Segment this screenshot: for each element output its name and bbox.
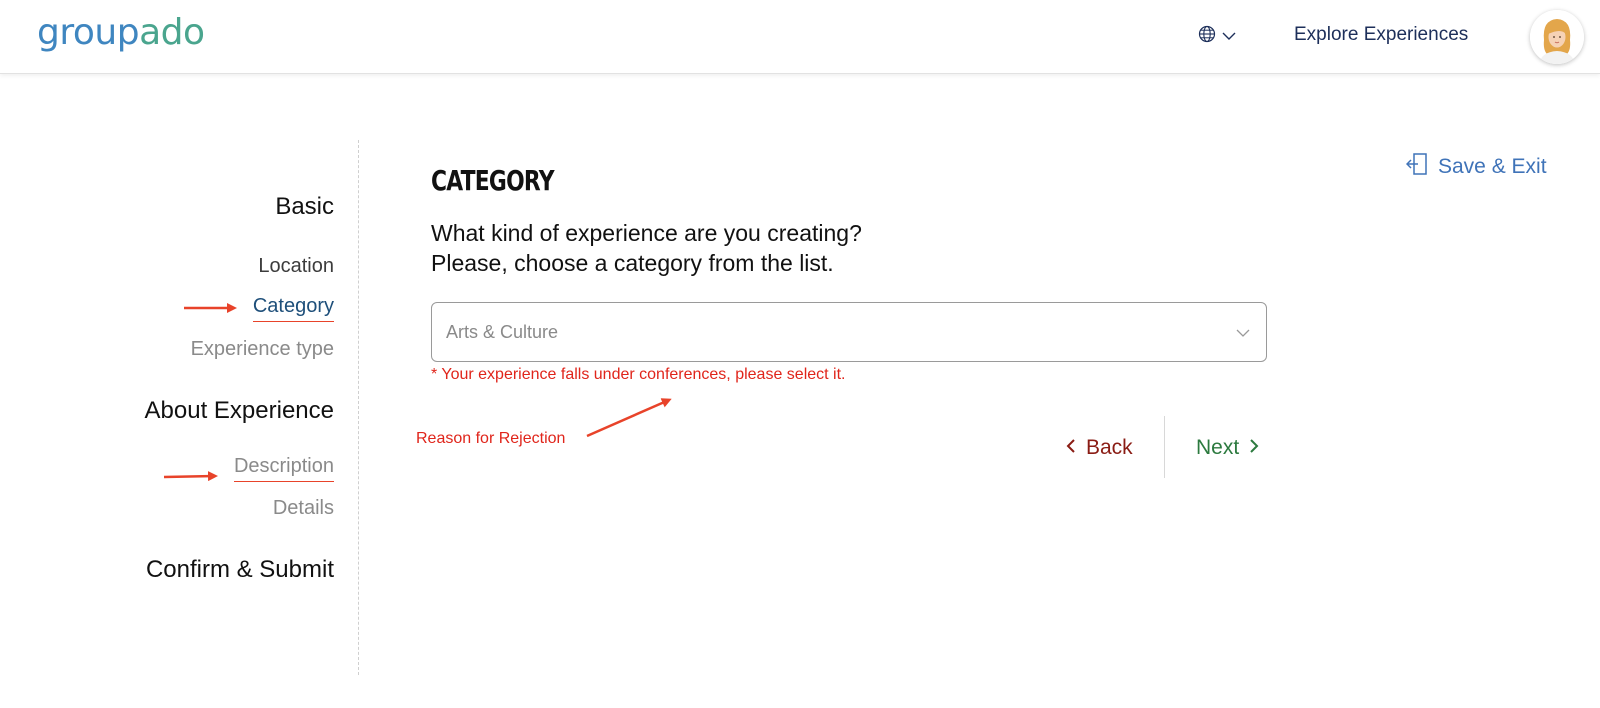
explore-experiences-link[interactable]: Explore Experiences <box>1294 24 1468 46</box>
question-line-1: What kind of experience are you creating… <box>431 220 862 246</box>
user-avatar[interactable] <box>1530 10 1584 64</box>
top-header: groupado Explore Experiences <box>0 0 1600 74</box>
rejection-error-message: * Your experience falls under conference… <box>431 366 846 383</box>
category-select[interactable]: Arts & Culture <box>431 302 1267 362</box>
chevron-left-icon <box>1066 436 1076 460</box>
button-divider <box>1164 416 1165 478</box>
sidebar-item-description[interactable]: Description <box>233 455 334 482</box>
sidebar-section-basic[interactable]: Basic <box>275 193 334 221</box>
rejection-annotation-label: Reason for Rejection <box>416 430 566 447</box>
sidebar-section-about-experience[interactable]: About Experience <box>145 397 334 425</box>
category-select-value: Arts & Culture <box>446 322 559 342</box>
sidebar-item-category[interactable]: Category <box>252 295 334 322</box>
exit-door-icon <box>1405 152 1428 182</box>
chevron-right-icon <box>1249 436 1259 460</box>
globe-icon <box>1198 25 1216 48</box>
language-selector[interactable] <box>1198 25 1236 48</box>
sidebar-item-experience-type[interactable]: Experience type <box>191 338 334 361</box>
sidebar-section-confirm-submit[interactable]: Confirm & Submit <box>146 556 334 584</box>
chevron-down-icon <box>1236 325 1250 343</box>
back-button[interactable]: Back <box>1066 436 1133 460</box>
chevron-down-icon <box>1222 28 1236 46</box>
next-label: Next <box>1196 436 1240 459</box>
next-button[interactable]: Next <box>1196 436 1259 460</box>
question-line-2: Please, choose a category from the list. <box>431 250 834 276</box>
save-exit-button[interactable]: Save & Exit <box>1405 152 1547 182</box>
category-question: What kind of experience are you creating… <box>431 218 862 278</box>
sidebar-item-location[interactable]: Location <box>258 255 334 278</box>
rejection-arrow <box>586 398 672 438</box>
sidebar-item-details[interactable]: Details <box>273 497 334 520</box>
save-exit-label: Save & Exit <box>1438 155 1547 178</box>
logo-text-part2: ado <box>139 12 205 53</box>
description-arrow <box>163 471 218 482</box>
back-label: Back <box>1086 436 1133 459</box>
page-title: CATEGORY <box>431 164 555 197</box>
logo-text-part1: group <box>37 12 140 53</box>
sidebar-divider <box>358 140 359 675</box>
groupado-logo[interactable]: groupado <box>37 12 205 53</box>
